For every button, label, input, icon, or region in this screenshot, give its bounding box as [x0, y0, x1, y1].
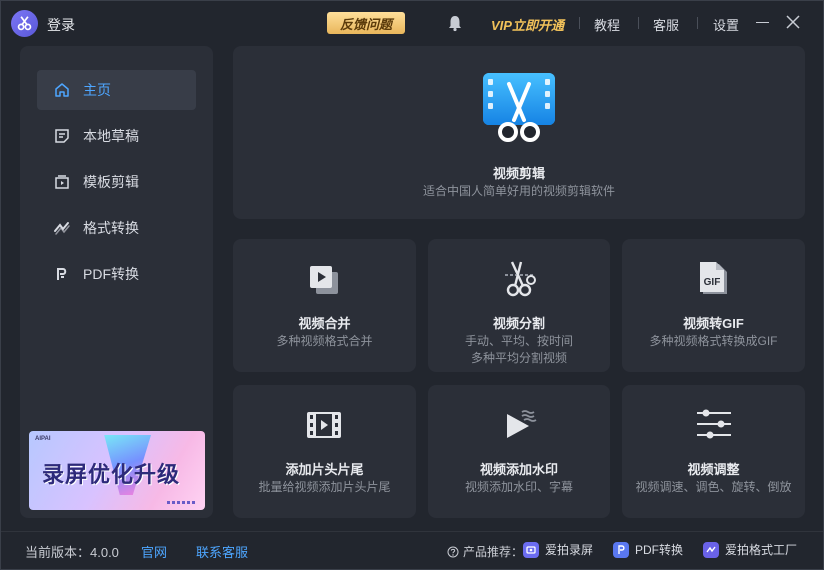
promo-banner[interactable]: AIPAI 录屏优化升级 — [29, 431, 205, 510]
pdf-icon — [53, 265, 71, 283]
card-title: 添加片头片尾 — [285, 462, 364, 477]
banner-decoration — [167, 501, 197, 504]
video-split-card[interactable]: 视频分割 手动、平均、按时间 多种平均分割视频 — [428, 239, 610, 372]
scissors-icon — [499, 259, 539, 299]
video-gif-card[interactable]: GIF 视频转GIF 多种视频格式转换成GIF — [622, 239, 805, 372]
watermark-icon — [500, 405, 540, 443]
tutorial-link[interactable]: 教程 — [594, 15, 620, 34]
vip-link[interactable]: VIP立即开通 — [491, 15, 564, 34]
card-desc: 多种视频格式转换成GIF — [649, 334, 778, 348]
film-strip-icon — [305, 407, 343, 443]
bell-icon[interactable] — [446, 14, 464, 32]
sidebar-item-label: 本地草稿 — [83, 128, 139, 144]
login-link[interactable]: 登录 — [47, 15, 75, 35]
footer-bar: 当前版本：4.0.0 官网 联系客服 产品推荐： 爱拍录屏 PDF转换 爱拍格式… — [1, 531, 823, 569]
close-button[interactable] — [785, 14, 801, 30]
contact-service-link[interactable]: 联系客服 — [196, 542, 248, 561]
feedback-button[interactable]: 反馈问题 — [327, 12, 405, 34]
video-edit-card[interactable]: 视频剪辑 适合中国人简单好用的视频剪辑软件 — [233, 46, 805, 219]
product-screen-recorder[interactable]: 爱拍录屏 — [523, 541, 593, 558]
divider — [579, 17, 580, 29]
home-icon — [53, 81, 71, 99]
recommend-label: 产品推荐： — [463, 545, 524, 559]
divider — [638, 17, 639, 29]
sliders-icon — [694, 407, 734, 441]
card-title: 视频添加水印 — [479, 462, 558, 477]
product-label: 爱拍格式工厂 — [725, 543, 798, 557]
product-label: 爱拍录屏 — [545, 543, 594, 557]
recorder-app-icon — [523, 541, 539, 558]
settings-link[interactable]: 设置 — [713, 15, 739, 34]
gif-icon: GIF — [695, 259, 733, 299]
close-icon — [786, 15, 800, 29]
card-desc: 手动、平均、按时间 — [464, 334, 573, 348]
card-desc: 适合中国人简单好用的视频剪辑软件 — [422, 184, 615, 198]
svg-text:GIF: GIF — [704, 277, 721, 288]
card-desc: 多种视频格式合并 — [276, 334, 373, 348]
card-title: 视频调整 — [687, 462, 740, 477]
version-label: 当前版本：4.0.0 — [25, 545, 119, 560]
banner-text: 录屏优化升级 — [42, 462, 181, 487]
card-title: 视频转GIF — [683, 316, 744, 331]
sidebar-item-drafts[interactable]: 本地草稿 — [37, 116, 196, 156]
divider — [697, 17, 698, 29]
app-logo — [11, 10, 38, 37]
pdf-app-icon — [613, 541, 629, 558]
sidebar: 主页 本地草稿 模板剪辑 格式转换 PDF转换 AIPAI 录屏优化升级 — [20, 46, 213, 518]
minimize-button[interactable] — [756, 22, 769, 23]
intro-outro-card[interactable]: 添加片头片尾 批量给视频添加片头片尾 — [233, 385, 416, 518]
card-title: 视频分割 — [492, 316, 545, 331]
help-icon — [447, 546, 459, 557]
sidebar-item-home[interactable]: 主页 — [37, 70, 196, 110]
watermark-card[interactable]: 视频添加水印 视频添加水印、字幕 — [428, 385, 610, 518]
convert-icon — [53, 219, 71, 237]
card-title: 视频剪辑 — [492, 166, 545, 181]
sidebar-item-label: 主页 — [83, 82, 111, 98]
sidebar-item-templates[interactable]: 模板剪辑 — [37, 162, 196, 202]
card-desc: 批量给视频添加片头片尾 — [258, 480, 391, 494]
title-bar: 登录 反馈问题 VIP立即开通 教程 客服 设置 — [1, 1, 823, 45]
card-desc-secondary: 多种平均分割视频 — [470, 351, 567, 365]
product-pdf-convert[interactable]: PDF转换 — [613, 541, 683, 558]
sidebar-item-pdf[interactable]: PDF转换 — [37, 254, 196, 294]
video-adjust-card[interactable]: 视频调整 视频调速、调色、旋转、倒放 — [622, 385, 805, 518]
video-merge-card[interactable]: 视频合并 多种视频格式合并 — [233, 239, 416, 372]
card-desc: 视频调速、调色、旋转、倒放 — [635, 480, 792, 494]
product-label: PDF转换 — [635, 543, 684, 557]
sidebar-item-label: 格式转换 — [83, 220, 139, 236]
scissors-film-icon — [480, 70, 558, 148]
app-window: 登录 反馈问题 VIP立即开通 教程 客服 设置 主页 本地草稿 模板剪辑 格式… — [0, 0, 824, 570]
sidebar-item-convert[interactable]: 格式转换 — [37, 208, 196, 248]
sidebar-item-label: 模板剪辑 — [83, 174, 139, 190]
product-recommend: 产品推荐： — [447, 543, 523, 560]
service-link[interactable]: 客服 — [653, 15, 679, 34]
banner-brand-mark: AIPAI — [35, 436, 51, 442]
card-desc: 视频添加水印、字幕 — [464, 480, 573, 494]
website-link[interactable]: 官网 — [141, 542, 167, 561]
template-icon — [53, 173, 71, 191]
merge-icon — [305, 261, 343, 299]
sidebar-item-label: PDF转换 — [83, 266, 139, 282]
product-format-factory[interactable]: 爱拍格式工厂 — [703, 541, 797, 558]
draft-icon — [53, 127, 71, 145]
card-title: 视频合并 — [298, 316, 351, 331]
format-factory-app-icon — [703, 541, 719, 558]
